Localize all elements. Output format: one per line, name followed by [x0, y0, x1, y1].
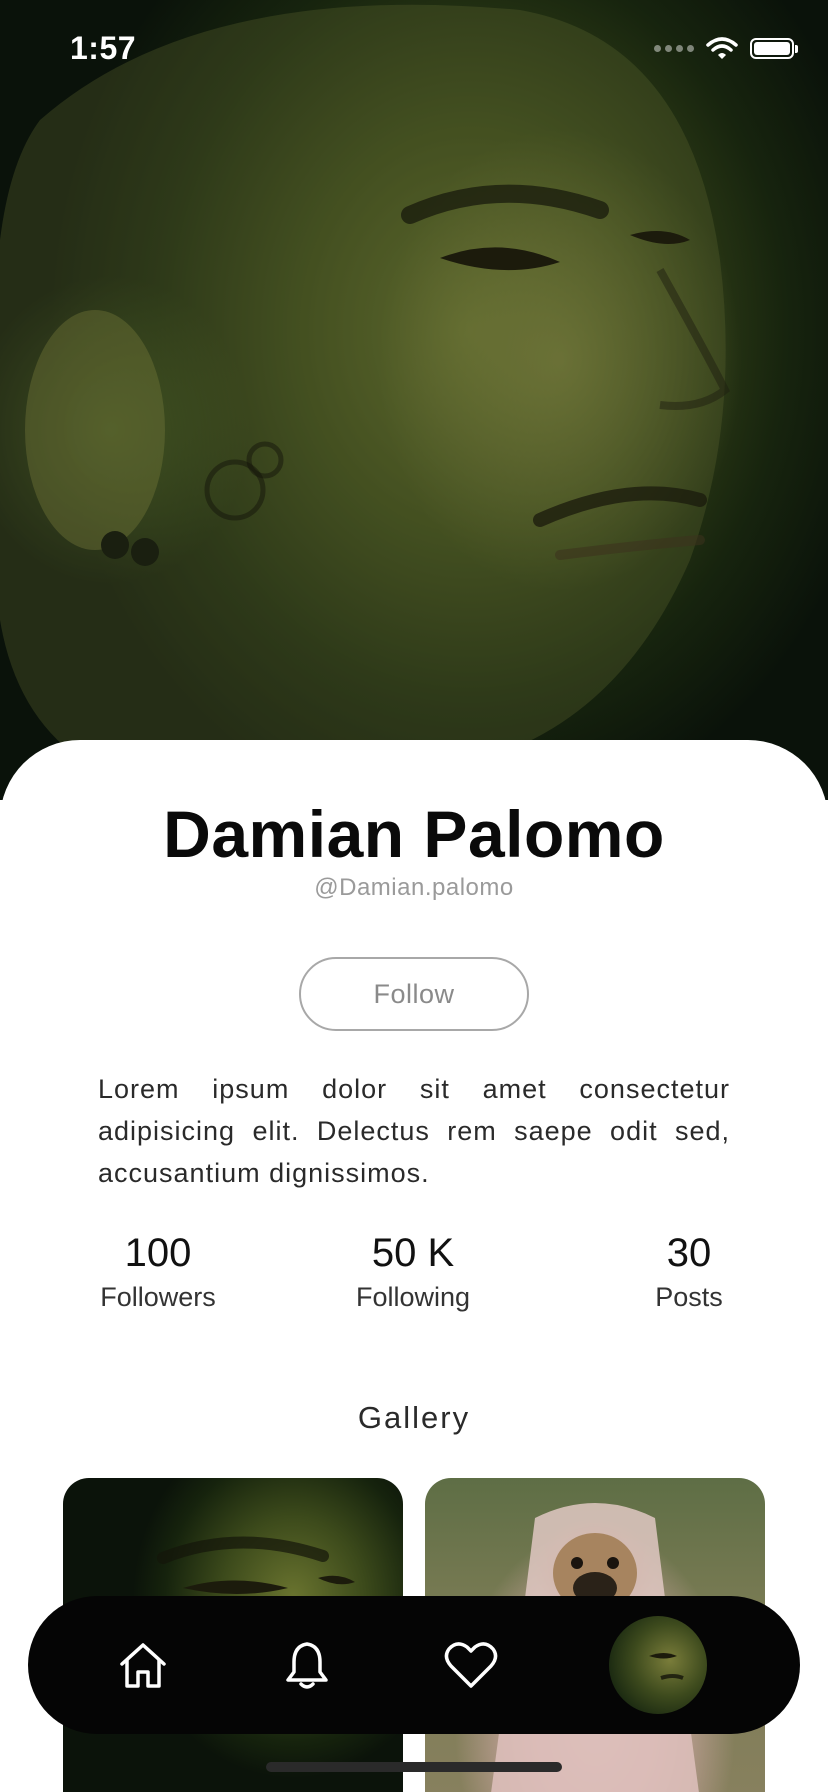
gallery-title: Gallery: [357, 1400, 471, 1435]
heart-icon: [444, 1642, 498, 1688]
stat-followers[interactable]: 100 Followers: [98, 1230, 218, 1313]
profile-screen: 1:57 Damian Palomo @Damian.palomo Follow…: [0, 0, 828, 1792]
battery-icon: [750, 37, 798, 59]
status-icons: [654, 36, 798, 60]
cover-photo-illustration: [0, 4, 731, 781]
wifi-icon: [706, 37, 738, 59]
status-bar: 1:57: [0, 0, 828, 100]
tab-favorites[interactable]: [440, 1634, 502, 1696]
stat-value: 100: [124, 1231, 192, 1275]
home-indicator[interactable]: [266, 1762, 562, 1772]
profile-bio: Lorem ipsum dolor sit amet consectetur a…: [98, 1074, 730, 1188]
stat-posts[interactable]: 30 Posts: [648, 1230, 730, 1313]
stat-value: 50 K: [371, 1231, 455, 1275]
stat-label: Posts: [655, 1282, 723, 1312]
bottom-tab-bar: [28, 1596, 800, 1734]
profile-name: Damian Palomo: [163, 797, 665, 871]
tab-notifications[interactable]: [276, 1634, 338, 1696]
cellular-signal-icon: [654, 44, 694, 52]
home-icon: [120, 1643, 166, 1688]
tab-home[interactable]: [112, 1634, 174, 1696]
bell-icon: [286, 1642, 328, 1689]
status-time: 1:57: [70, 30, 137, 66]
tab-profile-avatar[interactable]: [609, 1616, 707, 1714]
profile-handle: @Damian.palomo: [314, 874, 514, 901]
stat-value: 30: [666, 1231, 712, 1275]
follow-button[interactable]: Follow: [299, 957, 529, 1031]
stat-following[interactable]: 50 K Following: [348, 1230, 478, 1313]
profile-stats: 100 Followers 50 K Following 30 Posts: [98, 1230, 730, 1330]
stat-label: Following: [355, 1282, 471, 1312]
avatar: [649, 1653, 684, 1680]
stat-label: Followers: [100, 1282, 216, 1312]
profile-cover-photo: [0, 0, 828, 800]
battery-level: [754, 41, 790, 55]
